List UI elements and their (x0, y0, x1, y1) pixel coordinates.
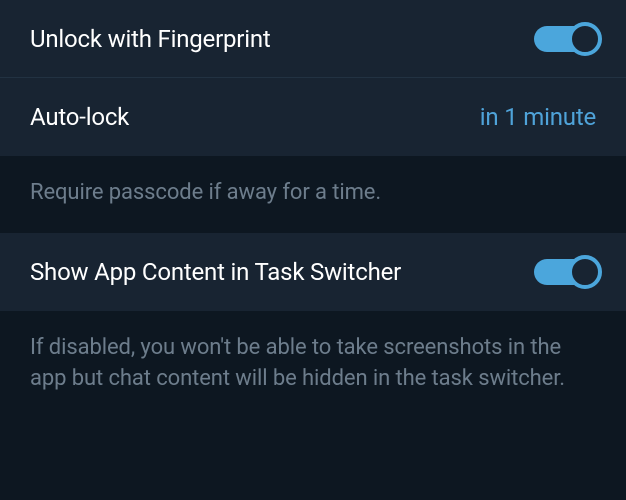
task-switcher-description: If disabled, you won't be able to take s… (0, 311, 626, 419)
autolock-label: Auto-lock (30, 103, 129, 131)
fingerprint-label: Unlock with Fingerprint (30, 25, 271, 53)
task-switcher-row[interactable]: Show App Content in Task Switcher (0, 233, 626, 311)
toggle-thumb-icon (568, 255, 602, 289)
autolock-value: in 1 minute (480, 103, 596, 131)
fingerprint-toggle[interactable] (534, 26, 596, 52)
task-switcher-label: Show App Content in Task Switcher (30, 258, 401, 286)
fingerprint-row[interactable]: Unlock with Fingerprint (0, 0, 626, 78)
autolock-row[interactable]: Auto-lock in 1 minute (0, 78, 626, 156)
task-switcher-toggle[interactable] (534, 259, 596, 285)
toggle-thumb-icon (568, 22, 602, 56)
autolock-description: Require passcode if away for a time. (0, 156, 626, 233)
